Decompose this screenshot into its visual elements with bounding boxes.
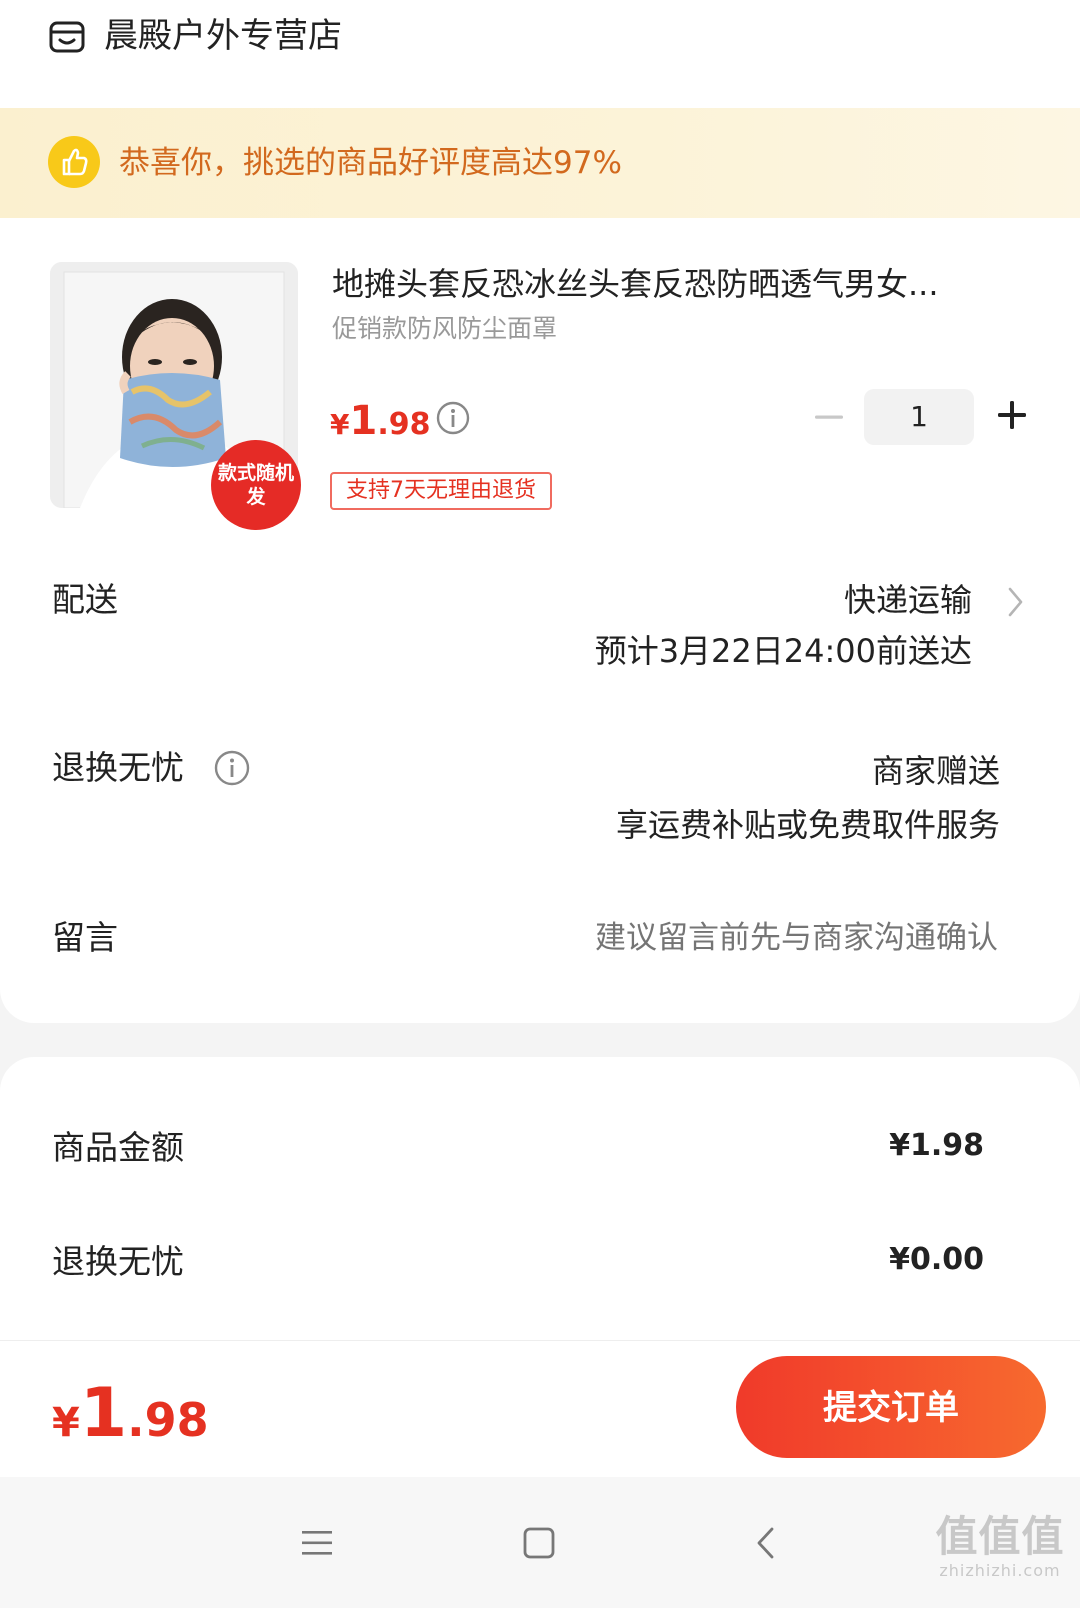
increase-quantity-icon[interactable] — [995, 398, 1029, 432]
thumbs-up-icon — [48, 136, 100, 188]
product-subtitle: 促销款防风防尘面罩 — [332, 314, 558, 343]
rating-banner-text: 恭喜你，挑选的商品好评度高达97% — [119, 145, 622, 181]
total-decimal: .98 — [127, 1393, 209, 1447]
message-input[interactable] — [478, 916, 998, 960]
goods-amount-label: 商品金额 — [52, 1128, 184, 1167]
product-title[interactable]: 地摊头套反恐冰丝头套反恐防晒透气男女... — [332, 262, 1022, 306]
goods-amount-value: ¥1.98 — [889, 1128, 984, 1163]
price-currency: ¥ — [330, 408, 350, 441]
price-info-icon[interactable] — [436, 401, 470, 435]
warranty-fee-label: 退换无忧 — [52, 1242, 184, 1281]
product-price: ¥1.98 — [330, 398, 430, 444]
warranty-provider: 商家赠送 — [871, 752, 1000, 790]
chevron-right-icon[interactable] — [1006, 585, 1026, 619]
warranty-detail: 享运费补贴或免费取件服务 — [615, 806, 1000, 844]
decrease-quantity-icon[interactable] — [812, 400, 846, 434]
warranty-label: 退换无忧 — [52, 748, 184, 787]
total-currency: ¥ — [52, 1400, 80, 1446]
watermark-mark: 值值值 — [935, 1512, 1065, 1561]
submit-order-button[interactable]: 提交订单 — [736, 1356, 1046, 1458]
total-integer: 1 — [79, 1374, 128, 1453]
quantity-input[interactable]: 1 — [864, 389, 974, 445]
home-icon[interactable] — [522, 1526, 556, 1560]
back-icon[interactable] — [754, 1525, 776, 1561]
message-label: 留言 — [52, 918, 118, 957]
return-policy-tag: 支持7天无理由退货 — [330, 472, 552, 510]
warranty-fee-value: ¥0.00 — [889, 1242, 984, 1277]
price-decimal: .98 — [377, 407, 431, 442]
watermark-site: zhizhizhi.com — [939, 1561, 1061, 1580]
delivery-label: 配送 — [52, 580, 118, 619]
watermark: 值值值 zhizhizhi.com — [930, 1513, 1070, 1581]
price-summary-card — [0, 1057, 1080, 1357]
warranty-info-icon[interactable] — [214, 750, 250, 786]
price-integer: 1 — [349, 398, 378, 444]
random-style-badge: 款式随机发 — [211, 440, 301, 530]
menu-icon[interactable] — [300, 1528, 334, 1558]
total-price: ¥1.98 — [52, 1374, 209, 1453]
store-name[interactable]: 晨殿户外专营店 — [104, 14, 342, 58]
delivery-estimate: 预计3月22日24:00前送达 — [594, 632, 972, 670]
delivery-method[interactable]: 快递运输 — [844, 578, 972, 622]
store-icon[interactable] — [48, 18, 86, 56]
